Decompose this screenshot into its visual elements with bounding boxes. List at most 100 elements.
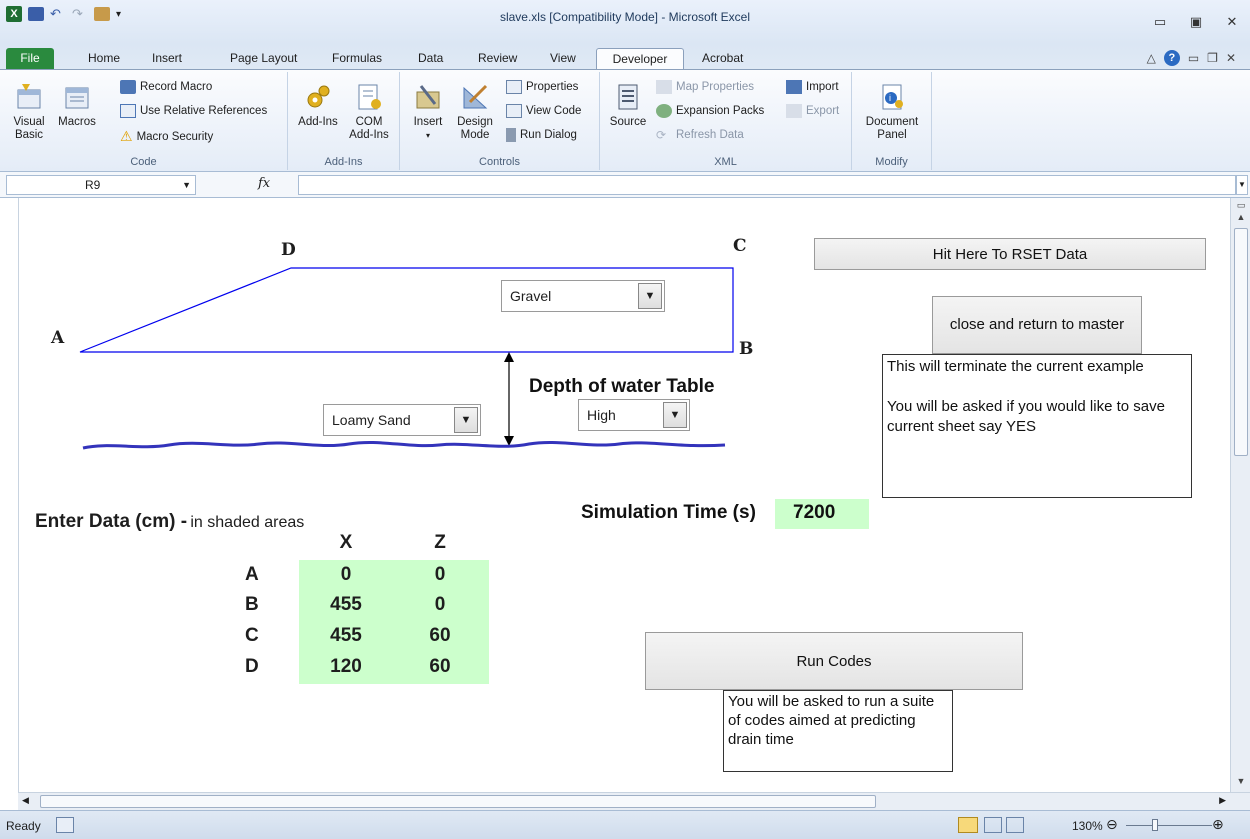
minimize-ribbon-icon[interactable]: △ xyxy=(1147,51,1156,65)
chevron-down-icon[interactable]: ▼ xyxy=(454,407,478,433)
import-button[interactable]: Import xyxy=(786,80,839,94)
source-button[interactable]: Source xyxy=(606,82,650,129)
close-and-return-button[interactable]: close and return to master xyxy=(932,296,1142,354)
close-note-line-2: You will be asked if you would like to s… xyxy=(887,398,1165,435)
run-dialog-button[interactable]: Run Dialog xyxy=(506,128,577,142)
insert-control-label: Insert xyxy=(413,116,443,128)
record-macro-icon xyxy=(120,80,136,94)
tab-insert[interactable]: Insert xyxy=(146,48,188,70)
run-codes-button[interactable]: Run Codes xyxy=(645,632,1023,690)
close-icon[interactable]: ✕ xyxy=(1224,14,1240,30)
design-mode-label: Design Mode xyxy=(457,116,493,141)
scroll-left-icon[interactable]: ◀ xyxy=(22,795,29,806)
document-panel-label: Document Panel xyxy=(865,116,919,141)
expand-formula-bar-icon[interactable]: ▼ xyxy=(1236,175,1248,195)
visual-basic-button[interactable]: Visual Basic xyxy=(6,82,52,142)
tab-home[interactable]: Home xyxy=(82,48,126,70)
macros-button[interactable]: Macros xyxy=(52,82,102,129)
point-label-b: B xyxy=(739,339,754,359)
expansion-packs-label: Expansion Packs xyxy=(676,105,765,117)
soil-type-dropdown-lower[interactable]: Loamy Sand ▼ xyxy=(323,404,481,436)
view-code-button[interactable]: View Code xyxy=(506,104,581,118)
name-box-dropdown-icon[interactable]: ▼ xyxy=(182,176,191,194)
tab-developer[interactable]: Developer xyxy=(596,48,684,70)
ribbon-tabs: File Home Insert Page Layout Formulas Da… xyxy=(0,44,1250,70)
svg-text:i: i xyxy=(889,93,891,103)
properties-button[interactable]: Properties xyxy=(506,80,578,94)
page-break-preview-icon[interactable] xyxy=(1006,817,1024,833)
scroll-down-icon[interactable]: ▼ xyxy=(1231,776,1250,786)
workbook-minimize-icon[interactable]: ▭ xyxy=(1188,51,1199,65)
horizontal-scroll-thumb[interactable] xyxy=(40,795,876,808)
expansion-packs-button[interactable]: Expansion Packs xyxy=(656,104,764,118)
table-cell-x[interactable]: 0 xyxy=(299,564,393,586)
table-cell-z[interactable]: 60 xyxy=(393,656,487,678)
ribbon-right-controls: △ ? ▭ ❐ ✕ xyxy=(1147,50,1236,66)
table-header-z: Z xyxy=(434,532,446,553)
macros-icon xyxy=(65,87,89,109)
chevron-down-icon[interactable]: ▼ xyxy=(638,283,662,309)
water-table-level-dropdown[interactable]: High ▼ xyxy=(578,399,690,431)
table-cell-z[interactable]: 60 xyxy=(393,625,487,647)
water-table-level-value: High xyxy=(587,407,616,423)
tab-view[interactable]: View xyxy=(544,48,582,70)
addins-button[interactable]: Add-Ins xyxy=(294,82,342,129)
reset-data-button[interactable]: Hit Here To RSET Data xyxy=(814,238,1206,270)
zoom-slider-thumb[interactable] xyxy=(1152,819,1158,831)
tab-review[interactable]: Review xyxy=(472,48,523,70)
record-macro-button[interactable]: Record Macro xyxy=(120,80,212,94)
soil-type-dropdown-upper[interactable]: Gravel ▼ xyxy=(501,280,665,312)
design-mode-button[interactable]: Design Mode xyxy=(452,82,498,142)
insert-function-icon[interactable]: fx xyxy=(258,176,270,191)
table-cell-x[interactable]: 120 xyxy=(299,656,393,678)
zoom-slider[interactable] xyxy=(1126,825,1212,826)
scroll-up-icon[interactable]: ▲ xyxy=(1231,212,1250,222)
tab-formulas[interactable]: Formulas xyxy=(326,48,388,70)
workbook-restore-icon[interactable]: ❐ xyxy=(1207,51,1218,65)
page-layout-view-icon[interactable] xyxy=(984,817,1002,833)
tab-acrobat[interactable]: Acrobat xyxy=(696,48,749,70)
source-label: Source xyxy=(609,116,647,128)
zoom-out-icon[interactable]: ⊖ xyxy=(1106,816,1118,833)
depth-arrow-head-top xyxy=(504,352,514,362)
map-properties-button[interactable]: Map Properties xyxy=(656,80,754,94)
horizontal-scrollbar[interactable]: ◀ ▶ xyxy=(18,792,1250,810)
scroll-right-icon[interactable]: ▶ xyxy=(1219,795,1226,806)
table-cell-z[interactable]: 0 xyxy=(393,564,487,586)
depth-of-water-table-label: Depth of water Table xyxy=(529,376,715,397)
refresh-data-button[interactable]: ⟳ Refresh Data xyxy=(656,128,744,142)
tab-file[interactable]: File xyxy=(6,48,54,70)
tab-data[interactable]: Data xyxy=(412,48,449,70)
split-box-icon[interactable]: ▭ xyxy=(1231,200,1250,211)
run-dialog-icon xyxy=(506,128,516,142)
chevron-down-icon[interactable]: ▼ xyxy=(663,402,687,428)
table-cell-z[interactable]: 0 xyxy=(393,594,487,616)
workbook-close-icon[interactable]: ✕ xyxy=(1226,51,1236,65)
help-icon[interactable]: ? xyxy=(1163,50,1180,66)
minimize-icon[interactable]: ▭ xyxy=(1152,14,1168,30)
maximize-icon[interactable]: ▣ xyxy=(1188,14,1204,30)
insert-dropdown-icon: ▾ xyxy=(425,131,430,140)
vertical-scroll-thumb[interactable] xyxy=(1234,228,1248,456)
export-button[interactable]: Export xyxy=(786,104,839,118)
vertical-scrollbar[interactable]: ▭ ▲ ▼ xyxy=(1230,198,1250,792)
document-panel-button[interactable]: i Document Panel xyxy=(858,82,926,142)
insert-control-button[interactable]: Insert ▾ xyxy=(406,82,450,142)
table-row-label: B xyxy=(245,594,259,615)
macro-recording-icon[interactable] xyxy=(56,817,74,833)
normal-view-icon[interactable] xyxy=(958,817,978,833)
zoom-in-icon[interactable]: ⊕ xyxy=(1212,816,1224,833)
table-cell-x[interactable]: 455 xyxy=(299,594,393,616)
macro-security-button[interactable]: ⚠ Macro Security xyxy=(120,128,213,145)
tab-page-layout[interactable]: Page Layout xyxy=(224,48,303,70)
worksheet[interactable]: A B C D Gravel ▼ Loamy Sand ▼ Depth of w… xyxy=(18,198,1230,792)
use-relative-references-button[interactable]: Use Relative References xyxy=(120,104,267,118)
refresh-icon: ⟳ xyxy=(656,128,667,142)
table-cell-x[interactable]: 455 xyxy=(299,625,393,647)
name-box-value: R9 xyxy=(85,178,101,192)
zoom-level[interactable]: 130% xyxy=(1072,819,1103,833)
simulation-time-value: 7200 xyxy=(793,502,836,523)
formula-input[interactable] xyxy=(298,175,1236,195)
com-addins-button[interactable]: COM Add-Ins xyxy=(344,82,394,142)
name-box[interactable]: R9 ▼ xyxy=(6,175,196,195)
